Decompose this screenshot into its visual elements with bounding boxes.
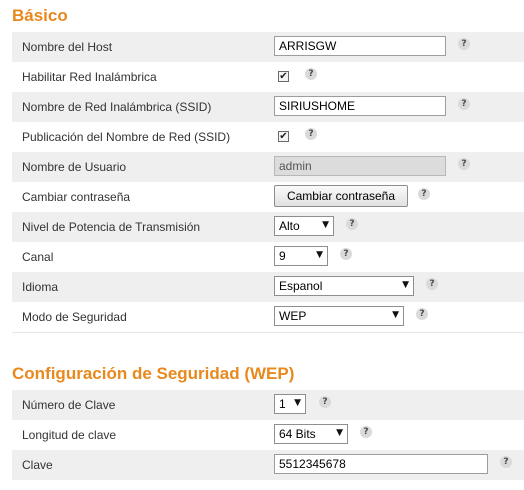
- security-mode-label: Modo de Seguridad: [22, 310, 127, 324]
- question-mark-icon[interactable]: ?: [458, 158, 470, 170]
- question-mark-icon[interactable]: ?: [458, 38, 470, 50]
- security-mode-select[interactable]: WEP ▼: [274, 306, 404, 326]
- language-row: Idioma Espanol ▼ ?: [12, 272, 524, 302]
- tx-power-select[interactable]: Alto ▼: [274, 216, 334, 236]
- key-length-label: Longitud de clave: [22, 428, 117, 442]
- ssid-row: Nombre de Red Inalámbrica (SSID) ?: [12, 92, 524, 122]
- tx-power-label: Nivel de Potencia de Transmisión: [22, 220, 201, 234]
- checkmark-icon: ✔: [279, 131, 288, 142]
- key-number-value: 1: [279, 397, 286, 411]
- tx-power-value: Alto: [279, 219, 300, 233]
- key-number-label: Número de Clave: [22, 398, 116, 412]
- broadcast-ssid-checkbox[interactable]: ✔: [278, 131, 289, 142]
- enable-wireless-label: Habilitar Red Inalámbrica: [22, 70, 157, 84]
- question-mark-icon[interactable]: ?: [426, 278, 438, 290]
- basic-section-title: Básico: [12, 6, 68, 25]
- language-label: Idioma: [22, 280, 59, 294]
- broadcast-ssid-row: Publicación del Nombre de Red (SSID) ✔ ?: [12, 122, 524, 152]
- key-length-row: Longitud de clave 64 Bits ▼ ?: [12, 420, 524, 450]
- key-length-select[interactable]: 64 Bits ▼: [274, 424, 348, 444]
- security-settings-table: Número de Clave 1 ▼ ? Longitud de clave …: [12, 390, 524, 480]
- change-password-label: Cambiar contraseña: [22, 190, 131, 204]
- security-mode-row: Modo de Seguridad WEP ▼ ?: [12, 302, 524, 332]
- hostname-input[interactable]: [274, 36, 446, 56]
- key-input[interactable]: [274, 454, 488, 474]
- change-password-button[interactable]: Cambiar contraseña: [274, 185, 408, 207]
- language-value: Espanol: [279, 279, 323, 293]
- change-password-row: Cambiar contraseña Cambiar contraseña ?: [12, 182, 524, 212]
- question-mark-icon[interactable]: ?: [346, 218, 358, 230]
- channel-value: 9: [279, 249, 286, 263]
- key-row: Clave ?: [12, 450, 524, 480]
- channel-row: Canal 9 ▼ ?: [12, 242, 524, 272]
- question-mark-icon[interactable]: ?: [416, 308, 428, 320]
- chevron-down-icon: ▼: [294, 398, 301, 408]
- security-section-title: Configuración de Seguridad (WEP): [12, 364, 295, 383]
- chevron-down-icon: ▼: [402, 280, 409, 290]
- chevron-down-icon: ▼: [322, 220, 329, 230]
- ssid-input[interactable]: [274, 96, 446, 116]
- username-input: [274, 156, 446, 176]
- question-mark-icon[interactable]: ?: [418, 188, 430, 200]
- question-mark-icon[interactable]: ?: [305, 68, 317, 80]
- question-mark-icon[interactable]: ?: [360, 426, 372, 438]
- key-label: Clave: [22, 458, 53, 472]
- enable-wireless-row: Habilitar Red Inalámbrica ✔ ?: [12, 62, 524, 92]
- chevron-down-icon: ▼: [336, 428, 343, 438]
- question-mark-icon[interactable]: ?: [319, 396, 331, 408]
- channel-select[interactable]: 9 ▼: [274, 246, 328, 266]
- hostname-row: Nombre del Host ?: [12, 32, 524, 62]
- section-divider: [12, 332, 524, 333]
- chevron-down-icon: ▼: [316, 250, 323, 260]
- key-number-row: Número de Clave 1 ▼ ?: [12, 390, 524, 420]
- username-row: Nombre de Usuario ?: [12, 152, 524, 182]
- key-length-value: 64 Bits: [279, 427, 316, 441]
- channel-label: Canal: [22, 250, 54, 264]
- question-mark-icon[interactable]: ?: [500, 456, 512, 468]
- language-select[interactable]: Espanol ▼: [274, 276, 414, 296]
- broadcast-ssid-label: Publicación del Nombre de Red (SSID): [22, 130, 231, 144]
- enable-wireless-checkbox[interactable]: ✔: [278, 71, 289, 82]
- question-mark-icon[interactable]: ?: [340, 248, 352, 260]
- question-mark-icon[interactable]: ?: [305, 128, 317, 140]
- tx-power-row: Nivel de Potencia de Transmisión Alto ▼ …: [12, 212, 524, 242]
- basic-settings-table: Nombre del Host ? Habilitar Red Inalámbr…: [12, 32, 524, 332]
- ssid-label: Nombre de Red Inalámbrica (SSID): [22, 100, 212, 114]
- hostname-label: Nombre del Host: [22, 40, 113, 54]
- username-label: Nombre de Usuario: [22, 160, 127, 174]
- key-number-select[interactable]: 1 ▼: [274, 394, 306, 414]
- question-mark-icon[interactable]: ?: [458, 98, 470, 110]
- chevron-down-icon: ▼: [392, 310, 399, 320]
- security-mode-value: WEP: [279, 309, 307, 323]
- checkmark-icon: ✔: [279, 71, 288, 82]
